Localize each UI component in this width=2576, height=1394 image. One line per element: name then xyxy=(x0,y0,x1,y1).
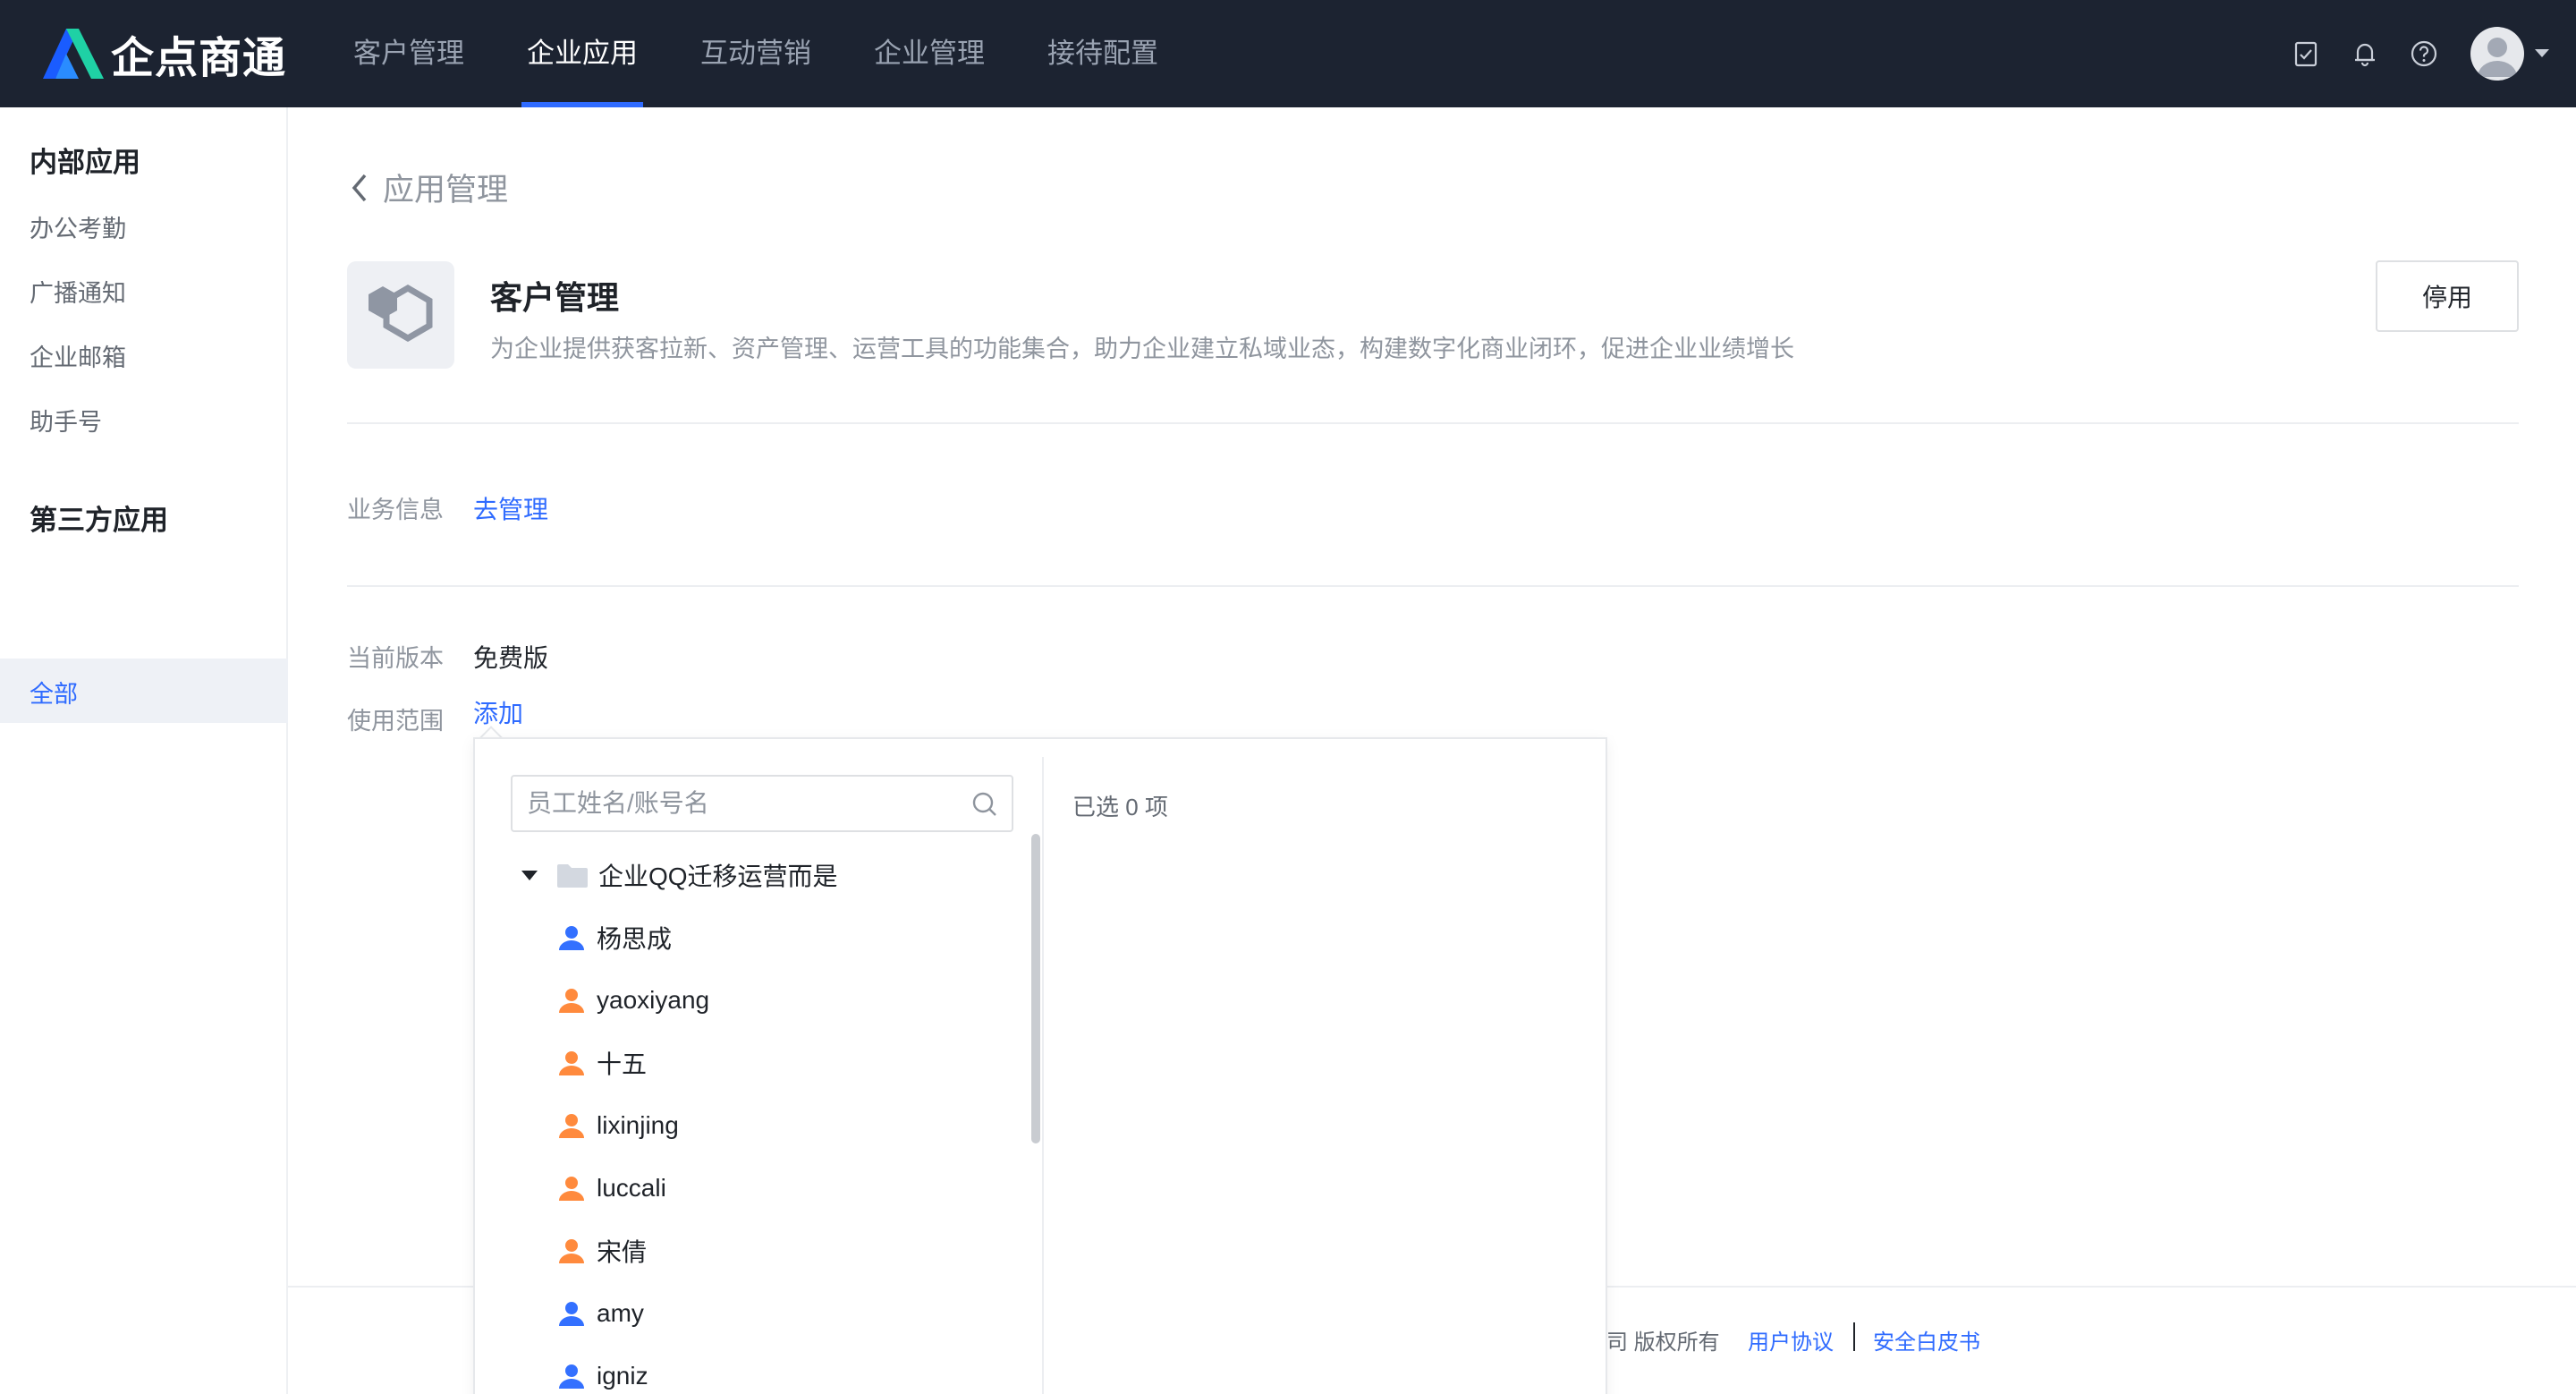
divider xyxy=(347,585,2519,587)
person-icon xyxy=(559,926,584,950)
member-item[interactable]: luccali xyxy=(557,1169,666,1208)
divider xyxy=(347,422,2519,424)
person-icon xyxy=(559,1051,584,1075)
go-manage-link[interactable]: 去管理 xyxy=(473,490,548,526)
member-name: lixinjing xyxy=(597,1111,679,1139)
scope-label: 使用范围 xyxy=(347,708,444,735)
org-tree-root-label: 企业QQ迁移运营而是 xyxy=(598,863,838,890)
member-name: amy xyxy=(597,1299,644,1327)
brand-name: 企点商通 xyxy=(111,35,287,82)
member-name: yaoxiyang xyxy=(597,986,710,1014)
member-item[interactable]: 宋倩 xyxy=(557,1231,647,1271)
footer-user-agreement-link[interactable]: 用户协议 xyxy=(1748,1324,1834,1356)
logo-mark-icon xyxy=(43,29,104,79)
person-icon xyxy=(559,989,584,1013)
business-info-label: 业务信息 xyxy=(347,497,444,523)
selected-count: 已选 0 项 xyxy=(1072,794,1168,820)
nav-item-interactive-marketing[interactable]: 互动营销 xyxy=(700,0,811,107)
caret-down-icon[interactable] xyxy=(521,870,538,880)
user-avatar-icon xyxy=(2478,38,2517,77)
app-description: 为企业提供获客拉新、资产管理、运营工具的功能集合，助力企业建立私域业态，构建数字… xyxy=(490,336,1794,362)
member-list-scrollbar[interactable] xyxy=(1031,834,1040,1143)
person-icon xyxy=(559,1239,584,1263)
member-name: 宋倩 xyxy=(597,1238,648,1266)
footer-copyright: 司 版权所有 xyxy=(1606,1330,1720,1355)
person-icon xyxy=(559,1302,584,1326)
member-name: luccali xyxy=(597,1174,666,1202)
folder-icon xyxy=(557,864,588,888)
back-label: 应用管理 xyxy=(383,173,509,208)
sidebar-item-assistant[interactable]: 助手号 xyxy=(30,403,102,438)
chevron-down-icon[interactable] xyxy=(2535,49,2549,57)
org-tree-root[interactable]: 企业QQ迁移运营而是 xyxy=(521,855,838,895)
member-picker-popover: 企业QQ迁移运营而是 杨思成 yaoxiyang 十五 lixinjing lu… xyxy=(473,737,1607,1394)
member-name: igniz xyxy=(597,1362,648,1390)
sidebar-item-mailbox[interactable]: 企业邮箱 xyxy=(30,338,126,373)
sidebar: 内部应用 办公考勤 广播通知 企业邮箱 助手号 第三方应用 全部 xyxy=(0,107,288,1394)
disable-button[interactable]: 停用 xyxy=(2376,260,2519,332)
hexagon-app-icon xyxy=(369,284,433,343)
person-icon xyxy=(559,1114,584,1138)
sidebar-item-broadcast[interactable]: 广播通知 xyxy=(30,274,126,309)
app-icon xyxy=(347,261,454,369)
member-item[interactable]: amy xyxy=(557,1294,644,1333)
person-icon xyxy=(559,1364,584,1389)
main-nav: 客户管理 企业应用 互动营销 企业管理 接待配置 xyxy=(353,0,1221,107)
member-name: 杨思成 xyxy=(597,925,673,953)
nav-item-reception-config[interactable]: 接待配置 xyxy=(1047,0,1158,107)
app-title: 客户管理 xyxy=(490,279,620,316)
member-item[interactable]: 十五 xyxy=(557,1043,647,1083)
top-navigation-bar: 企点商通 客户管理 企业应用 互动营销 企业管理 接待配置 xyxy=(0,0,2576,107)
member-item[interactable]: 杨思成 xyxy=(557,918,672,957)
brand-logo[interactable]: 企点商通 xyxy=(39,25,286,82)
search-icon[interactable] xyxy=(970,790,999,819)
member-item[interactable]: igniz xyxy=(557,1356,648,1394)
version-value: 免费版 xyxy=(473,644,549,672)
person-icon xyxy=(559,1177,584,1201)
version-label: 当前版本 xyxy=(347,645,444,672)
footer-separator xyxy=(1853,1322,1855,1351)
sidebar-item-attendance[interactable]: 办公考勤 xyxy=(30,209,126,244)
add-scope-link[interactable]: 添加 xyxy=(473,694,523,730)
nav-item-customer-management[interactable]: 客户管理 xyxy=(353,0,464,107)
chevron-left-icon xyxy=(352,174,367,201)
member-item[interactable]: yaoxiyang xyxy=(557,981,709,1020)
sidebar-item-all[interactable]: 全部 xyxy=(0,659,288,723)
bell-icon[interactable] xyxy=(2351,39,2379,68)
member-item[interactable]: lixinjing xyxy=(557,1106,679,1145)
member-name: 十五 xyxy=(597,1050,648,1078)
sidebar-group-third-party: 第三方应用 xyxy=(30,505,168,536)
member-search-input[interactable] xyxy=(511,775,1013,832)
popover-divider xyxy=(1042,757,1044,1394)
avatar[interactable] xyxy=(2470,27,2524,81)
sidebar-item-label: 全部 xyxy=(30,681,78,708)
back-link[interactable]: 应用管理 xyxy=(349,165,508,210)
help-icon[interactable] xyxy=(2410,39,2438,68)
nav-item-enterprise-apps[interactable]: 企业应用 xyxy=(521,0,643,107)
footer-security-whitepaper-link[interactable]: 安全白皮书 xyxy=(1873,1324,1980,1356)
nav-item-enterprise-management[interactable]: 企业管理 xyxy=(874,0,985,107)
checklist-icon[interactable] xyxy=(2292,39,2320,68)
sidebar-group-internal: 内部应用 xyxy=(30,147,140,178)
